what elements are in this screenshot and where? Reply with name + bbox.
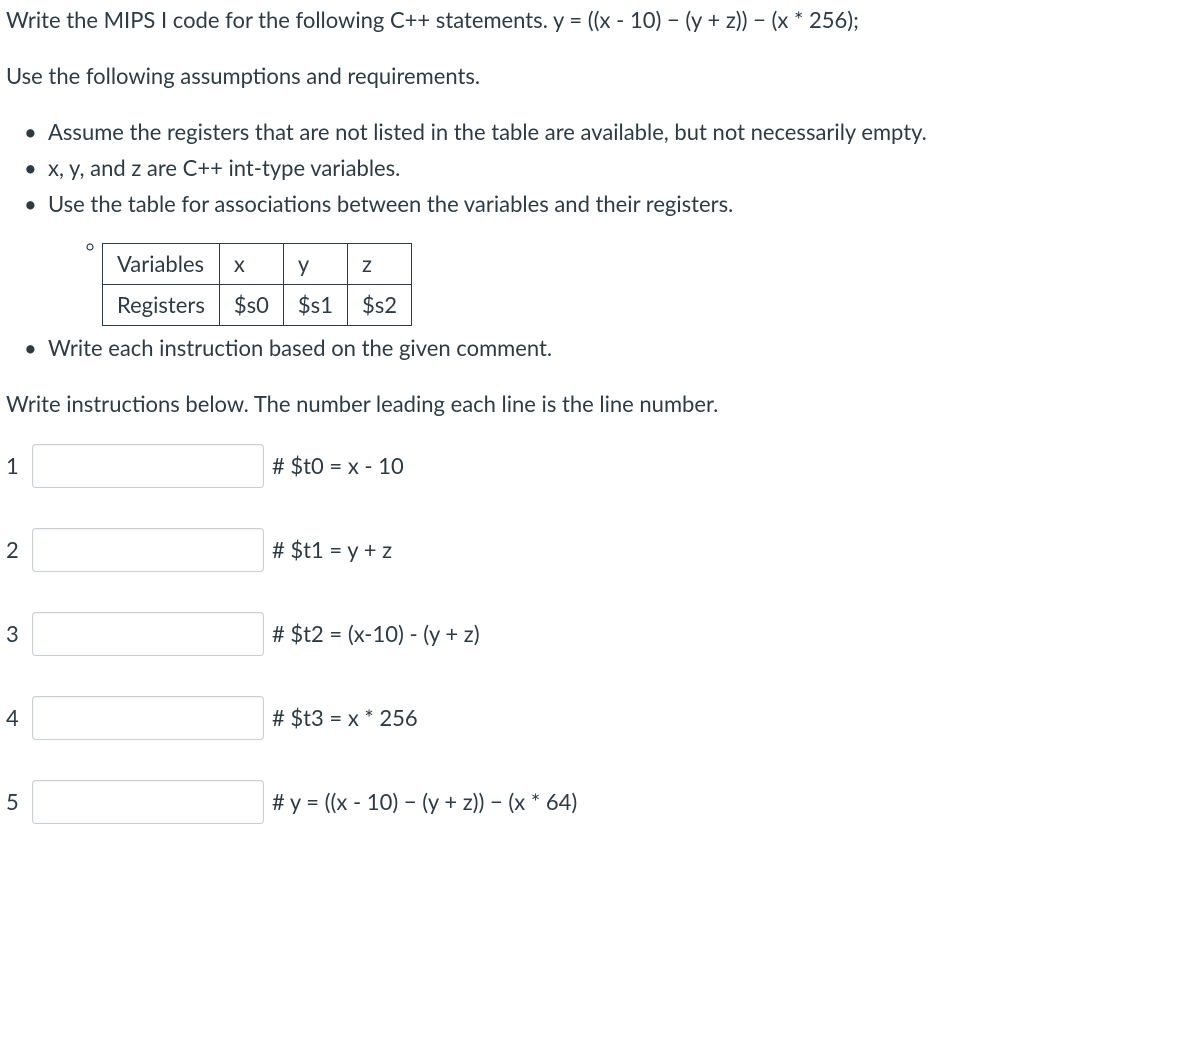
- table-cell-z: z: [347, 244, 411, 285]
- comment-1: # $t0 = x - 10: [272, 450, 404, 482]
- comment-4: # $t3 = x * 256: [272, 702, 418, 734]
- line-number: 4: [6, 702, 32, 734]
- line-number: 2: [6, 534, 32, 566]
- line-number: 3: [6, 618, 32, 650]
- table-cell-s2: $s2: [347, 285, 411, 326]
- instructions-prompt: Write instructions below. The number lea…: [6, 388, 1194, 420]
- comment-3: # $t2 = (x-10) - (y + z): [272, 618, 480, 650]
- circle-marker-icon: [78, 243, 102, 251]
- assumptions-heading: Use the following assumptions and requir…: [6, 60, 1194, 92]
- answer-row-3: 3 # $t2 = (x-10) - (y + z): [6, 612, 1194, 656]
- table-row: Variables x y z: [103, 244, 412, 285]
- table-cell-x: x: [219, 244, 283, 285]
- table-cell-s1: $s1: [283, 285, 347, 326]
- table-cell-y: y: [283, 244, 347, 285]
- line-number: 1: [6, 450, 32, 482]
- table-row: Registers $s0 $s1 $s2: [103, 285, 412, 326]
- table-sub-item: Variables x y z Registers $s0 $s1 $s2: [6, 243, 1194, 326]
- assumptions-list: Assume the registers that are not listed…: [6, 116, 1194, 220]
- answer-row-4: 4 # $t3 = x * 256: [6, 696, 1194, 740]
- bullet-4: Write each instruction based on the give…: [6, 332, 1194, 364]
- instruction-input-1[interactable]: [32, 444, 264, 488]
- table-header-registers: Registers: [103, 285, 220, 326]
- line-number: 5: [6, 786, 32, 818]
- answer-row-2: 2 # $t1 = y + z: [6, 528, 1194, 572]
- bullet-3: Use the table for associations between t…: [6, 188, 1194, 220]
- instruction-input-4[interactable]: [32, 696, 264, 740]
- answers: 1 # $t0 = x - 10 2 # $t1 = y + z 3 # $t2…: [6, 444, 1194, 824]
- bullet-1: Assume the registers that are not listed…: [6, 116, 1194, 148]
- assumptions-list-2: Write each instruction based on the give…: [6, 332, 1194, 364]
- table-cell-s0: $s0: [219, 285, 283, 326]
- comment-2: # $t1 = y + z: [272, 534, 392, 566]
- question-statement: Write the MIPS I code for the following …: [6, 4, 1194, 36]
- answer-row-5: 5 # y = ((x - 10) − (y + z)) − (x * 64): [6, 780, 1194, 824]
- instruction-input-3[interactable]: [32, 612, 264, 656]
- comment-5: # y = ((x - 10) − (y + z)) − (x * 64): [272, 786, 577, 818]
- register-table: Variables x y z Registers $s0 $s1 $s2: [102, 243, 412, 326]
- table-header-variables: Variables: [103, 244, 220, 285]
- bullet-2: x, y, and z are C++ int-type variables.: [6, 152, 1194, 184]
- answer-row-1: 1 # $t0 = x - 10: [6, 444, 1194, 488]
- instruction-input-2[interactable]: [32, 528, 264, 572]
- instruction-input-5[interactable]: [32, 780, 264, 824]
